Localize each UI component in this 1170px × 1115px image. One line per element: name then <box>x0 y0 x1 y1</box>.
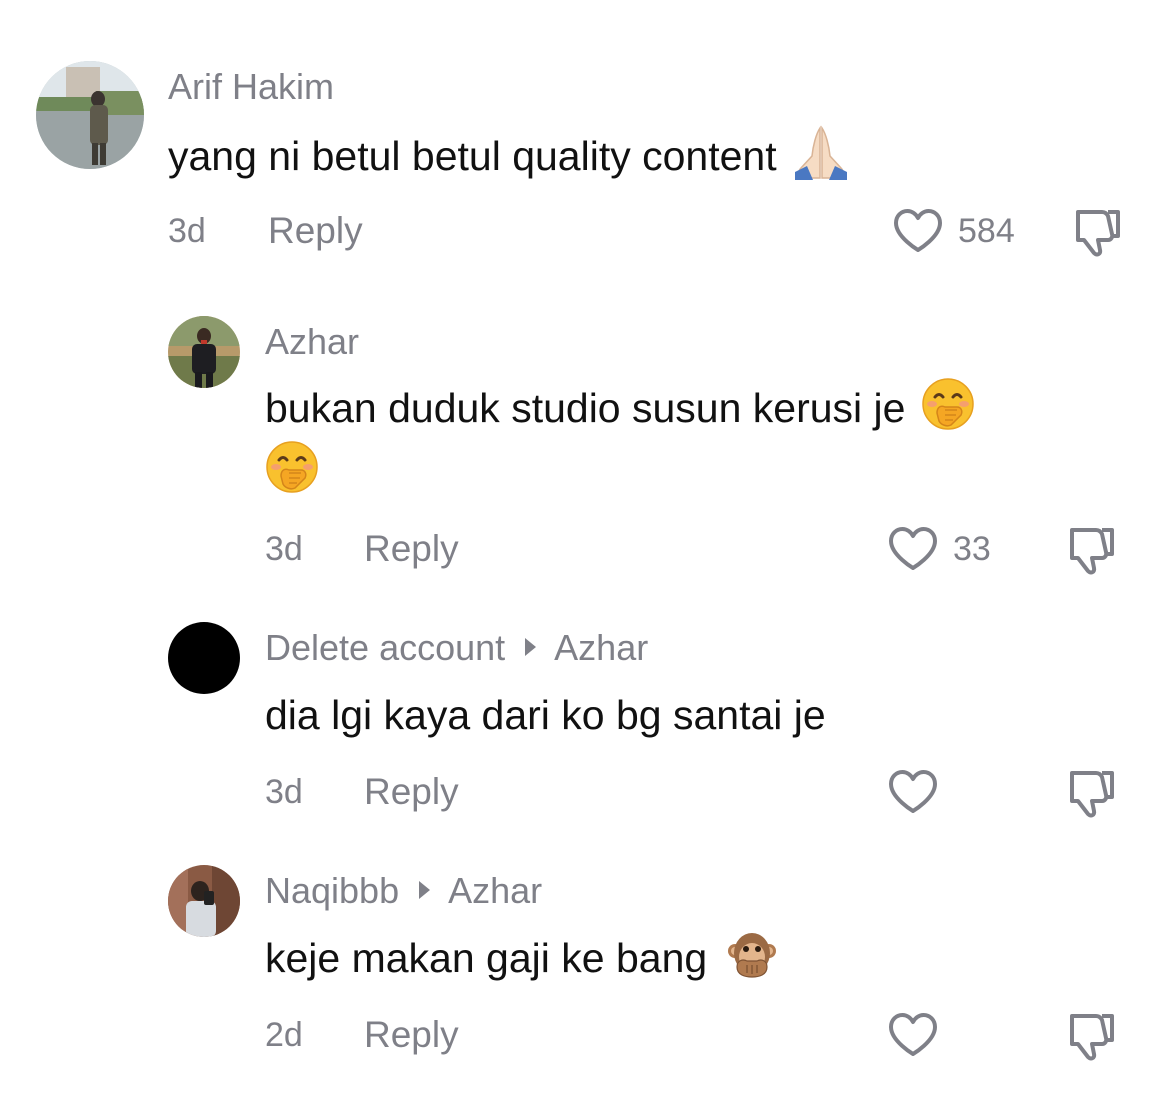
comment-text: bukan duduk studio susun kerusi je <box>265 377 975 439</box>
dislike-button[interactable] <box>1066 767 1118 819</box>
comment-text-content: yang ni betul betul quality content <box>168 133 777 179</box>
heart-icon <box>894 209 942 252</box>
avatar[interactable] <box>168 622 240 694</box>
reply-to-arrow-icon <box>419 881 431 899</box>
comment-username[interactable]: Azhar <box>265 320 359 364</box>
thumbs-down-icon <box>1070 771 1114 818</box>
thumbs-down-icon <box>1076 210 1120 257</box>
comment-text-line2 <box>265 440 319 502</box>
comment-age: 2d <box>265 1016 303 1054</box>
comment-age: 3d <box>168 212 206 250</box>
comment-text: keje makan gaji ke bang <box>265 927 779 989</box>
heart-icon <box>889 527 937 570</box>
dislike-button[interactable] <box>1066 524 1118 576</box>
reply-button[interactable]: Reply <box>268 209 363 253</box>
avatar[interactable] <box>36 61 144 169</box>
thumbs-down-icon <box>1070 1014 1114 1061</box>
comment-username[interactable]: Arif Hakim <box>168 65 334 109</box>
comment-age: 3d <box>265 530 303 568</box>
comment-username-row: Naqibbb Azhar <box>265 869 542 913</box>
heart-icon <box>889 1013 937 1056</box>
avatar[interactable] <box>168 316 240 388</box>
comment-age: 3d <box>265 773 303 811</box>
like-button[interactable]: 584 <box>892 206 1015 256</box>
comment-username-row: Delete account Azhar <box>265 626 648 670</box>
reply-to-username[interactable]: Azhar <box>448 870 542 911</box>
comment-text: yang ni betul betul quality content <box>168 122 851 187</box>
comment-text: dia lgi kaya dari ko bg santai je <box>265 692 826 738</box>
reply-to-username[interactable]: Azhar <box>554 627 648 668</box>
comment-item: Arif Hakim yang ni betul betul quality c… <box>0 0 1170 290</box>
thumbs-down-icon <box>1070 528 1114 575</box>
like-button[interactable]: 33 <box>887 524 991 574</box>
like-count: 584 <box>958 212 1015 250</box>
avatar-photo <box>36 61 144 169</box>
avatar-photo <box>168 865 240 937</box>
dislike-button[interactable] <box>1066 1010 1118 1062</box>
like-count: 33 <box>953 530 991 568</box>
reply-button[interactable]: Reply <box>364 1013 459 1057</box>
dislike-button[interactable] <box>1072 206 1124 258</box>
hand-over-mouth-icon <box>921 377 975 431</box>
folded-hands-icon <box>791 122 851 182</box>
reply-button[interactable]: Reply <box>364 527 459 571</box>
hand-over-mouth-icon <box>265 440 319 494</box>
like-button[interactable] <box>887 1010 953 1060</box>
reply-to-arrow-icon <box>525 638 537 656</box>
avatar-photo <box>168 316 240 388</box>
reply-button[interactable]: Reply <box>364 770 459 814</box>
comment-username[interactable]: Delete account <box>265 627 505 668</box>
like-button[interactable] <box>887 767 953 817</box>
comment-username[interactable]: Naqibbb <box>265 870 399 911</box>
comment-text-content: bukan duduk studio susun kerusi je <box>265 385 906 431</box>
avatar[interactable] <box>168 865 240 937</box>
comment-text-content: keje makan gaji ke bang <box>265 935 708 981</box>
speak-no-evil-monkey-icon <box>725 927 779 981</box>
heart-icon <box>889 770 937 813</box>
